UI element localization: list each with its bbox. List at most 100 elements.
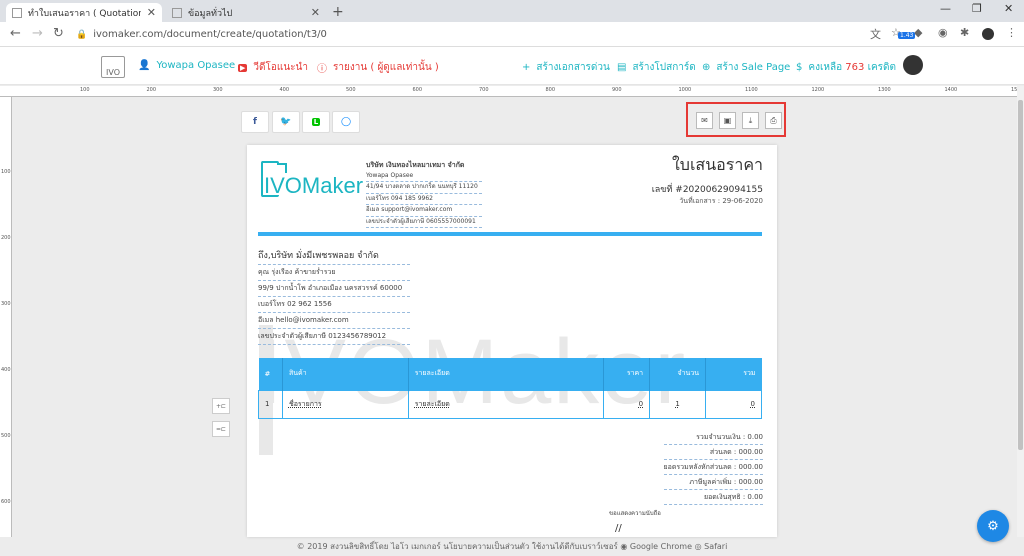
ruler-label: 1200 bbox=[811, 87, 825, 93]
ruler-label: 1300 bbox=[878, 87, 891, 93]
close-tab-icon[interactable]: ✕ bbox=[147, 6, 156, 19]
document-date[interactable]: วันที่เอกสาร : 29-06-2020 bbox=[679, 196, 763, 207]
buyer-contact[interactable]: คุณ รุ่งเรือง ค้าขายร่ำรวย bbox=[258, 265, 410, 281]
ruler-label: 1000 bbox=[678, 87, 692, 93]
print-icon: ⎙ bbox=[770, 115, 777, 125]
ruler-label: 1100 bbox=[745, 87, 758, 93]
minimize-icon[interactable]: — bbox=[940, 2, 951, 15]
ivo-logo[interactable]: IVO bbox=[101, 56, 125, 78]
facebook-share-button[interactable]: f bbox=[241, 111, 269, 133]
tab-quotation[interactable]: ทำใบเสนอราคา ( Quotation ) ออนไล ✕ bbox=[6, 3, 162, 22]
report-link[interactable]: ⓘ รายงาน ( ผู้ดูแลเท่านั้น ) bbox=[317, 60, 439, 75]
credit-prefix: คงเหลือ bbox=[808, 62, 843, 73]
ruler-label: 900 bbox=[612, 87, 622, 93]
create-postcard-link[interactable]: ▤ สร้างโปสการ์ด bbox=[617, 60, 696, 75]
save-button[interactable]: ▣ bbox=[719, 112, 736, 129]
back-icon[interactable]: ← bbox=[10, 26, 21, 41]
close-window-icon[interactable]: ✕ bbox=[1004, 2, 1013, 15]
seller-email[interactable]: อีเมล support@ivomaker.com bbox=[366, 205, 482, 217]
ruler-label: 200 bbox=[1, 235, 11, 241]
col-total: รวม bbox=[705, 358, 762, 390]
regards-text: ขอแสดงความนับถือ bbox=[609, 510, 661, 517]
buyer-name[interactable]: ถึง,บริษัท มั่งมีเพชรพลอย จำกัด bbox=[258, 249, 410, 265]
extension-icon[interactable]: ◆ bbox=[914, 26, 922, 39]
reload-icon[interactable]: ↻ bbox=[53, 26, 64, 41]
create-sale-page-link[interactable]: ⊕ สร้าง Sale Page bbox=[702, 60, 790, 75]
header-divider bbox=[258, 232, 762, 236]
seller-contact[interactable]: Yowapa Opasee bbox=[366, 171, 482, 182]
download-icon: ⤓ bbox=[748, 115, 753, 125]
create-sale-page-label: สร้าง Sale Page bbox=[716, 62, 791, 73]
new-tab-icon[interactable]: + bbox=[332, 4, 344, 20]
user-menu[interactable]: 👤 Yowapa Opasee bbox=[138, 60, 235, 71]
vat[interactable]: ภาษีมูลค่าเพิ่ม : 000.00 bbox=[663, 475, 763, 490]
table-row: 1 ชื่อรายการ รายละเอียด 0 1 0 bbox=[258, 389, 762, 419]
ruler-label: 100 bbox=[1, 169, 11, 175]
tab-title: ทำใบเสนอราคา ( Quotation ) ออนไล bbox=[28, 8, 141, 19]
chrome-icon: ◉ bbox=[620, 542, 628, 551]
seller-name[interactable]: บริษัท เงินทองไหลมาเทมา จำกัด bbox=[366, 160, 482, 171]
buyer-tax-id[interactable]: เลขประจำตัวผู้เสียภาษี 0123456789012 bbox=[258, 329, 410, 345]
remove-row-icon: =⊏ bbox=[215, 425, 227, 433]
user-avatar[interactable] bbox=[903, 55, 923, 75]
user-icon: 👤 bbox=[138, 60, 151, 71]
settings-fab-button[interactable]: ⚙ bbox=[977, 510, 1009, 542]
download-button[interactable]: ⤓ bbox=[742, 112, 759, 129]
ivo-favicon-icon bbox=[12, 7, 22, 18]
email-button[interactable]: ✉ bbox=[696, 112, 713, 129]
row-detail[interactable]: รายละเอียด bbox=[415, 400, 450, 408]
company-logo[interactable]: IVOMaker bbox=[261, 161, 363, 199]
seller-info[interactable]: บริษัท เงินทองไหลมาเทมา จำกัด Yowapa Opa… bbox=[366, 160, 482, 228]
col-price: ราคา bbox=[603, 358, 651, 390]
video-tutorial-link[interactable]: ▶ วีดีโอแนะนำ bbox=[238, 60, 308, 75]
alert-circle-icon: ⓘ bbox=[317, 64, 327, 75]
signature[interactable]: // bbox=[615, 523, 622, 534]
print-button[interactable]: ⎙ bbox=[765, 112, 782, 129]
row-price[interactable]: 0 bbox=[639, 400, 643, 408]
document-title: ใบเสนอราคา bbox=[671, 155, 763, 174]
seller-phone[interactable]: เบอร์โทร 094 185 9962 bbox=[366, 194, 482, 205]
camera-icon[interactable]: ◉ bbox=[938, 26, 948, 39]
youtube-icon: ▶ bbox=[238, 63, 248, 72]
buyer-phone[interactable]: เบอร์โทร 02 962 1556 bbox=[258, 297, 410, 313]
ruler-label: 600 bbox=[412, 87, 423, 93]
credit-amount: 763 bbox=[845, 62, 865, 73]
create-quick-doc-link[interactable]: + สร้างเอกสารด่วน bbox=[522, 60, 610, 75]
extension-badge: 1.43 bbox=[898, 32, 916, 39]
add-row-button[interactable]: +⊏ bbox=[212, 398, 230, 414]
ruler-label: 400 bbox=[1, 367, 11, 373]
footer-browser2: Safari bbox=[704, 542, 728, 551]
vertical-ruler: 100 200 300 400 500 600 bbox=[0, 97, 12, 537]
translate-icon[interactable]: 文 bbox=[870, 26, 881, 42]
menu-kebab-icon[interactable]: ⋮ bbox=[1006, 26, 1017, 39]
buyer-info[interactable]: ถึง,บริษัท มั่งมีเพชรพลอย จำกัด คุณ รุ่ง… bbox=[258, 249, 410, 345]
twitter-share-button[interactable]: 🐦 bbox=[272, 111, 300, 133]
address-bar[interactable]: 🔒 ivomaker.com/document/create/quotation… bbox=[76, 25, 856, 44]
document-number-value: #20200629094155 bbox=[675, 185, 763, 195]
forward-icon[interactable]: → bbox=[32, 26, 43, 41]
scrollbar-thumb[interactable] bbox=[1018, 100, 1023, 450]
seller-address[interactable]: 41/94 บางตลาด ปากเกร็ด นนทบุรี 11120 bbox=[366, 182, 482, 194]
discount[interactable]: ส่วนลด : 000.00 bbox=[663, 445, 763, 460]
credit-balance[interactable]: $ คงเหลือ 763 เครดิต bbox=[796, 60, 896, 75]
buyer-address[interactable]: 99/9 ปากน้ำโพ อำเภอเมือง นครสวรรค์ 60000 bbox=[258, 281, 410, 297]
tab-general-info[interactable]: ข้อมูลทั่วไป ✕ bbox=[166, 3, 326, 22]
puzzle-icon[interactable]: ✱ bbox=[960, 26, 969, 39]
buyer-email[interactable]: อีเมล hello@ivomaker.com bbox=[258, 313, 410, 329]
seller-tax-id[interactable]: เลขประจำตัวผู้เสียภาษี 0605557000091 bbox=[366, 217, 482, 228]
safari-icon: ◎ bbox=[694, 542, 702, 551]
plus-icon: + bbox=[522, 62, 531, 73]
horizontal-ruler: 100 200 300 400 500 600 700 800 900 1000 1100 1200 1… bbox=[0, 86, 1024, 97]
row-product[interactable]: ชื่อรายการ bbox=[289, 400, 322, 408]
ruler-label: 300 bbox=[1, 301, 11, 307]
user-name: Yowapa Opasee bbox=[156, 60, 236, 71]
messenger-share-button[interactable]: ◯ bbox=[332, 111, 360, 133]
row-qty[interactable]: 1 bbox=[675, 400, 679, 408]
close-tab-icon[interactable]: ✕ bbox=[311, 6, 320, 19]
line-share-button[interactable]: L bbox=[302, 111, 330, 133]
remove-row-button[interactable]: =⊏ bbox=[212, 421, 230, 437]
profile-avatar[interactable] bbox=[982, 28, 994, 40]
document-date-value: 29-06-2020 bbox=[722, 197, 763, 205]
maximize-icon[interactable]: ❐ bbox=[972, 2, 982, 15]
ruler-label: 200 bbox=[146, 87, 157, 93]
